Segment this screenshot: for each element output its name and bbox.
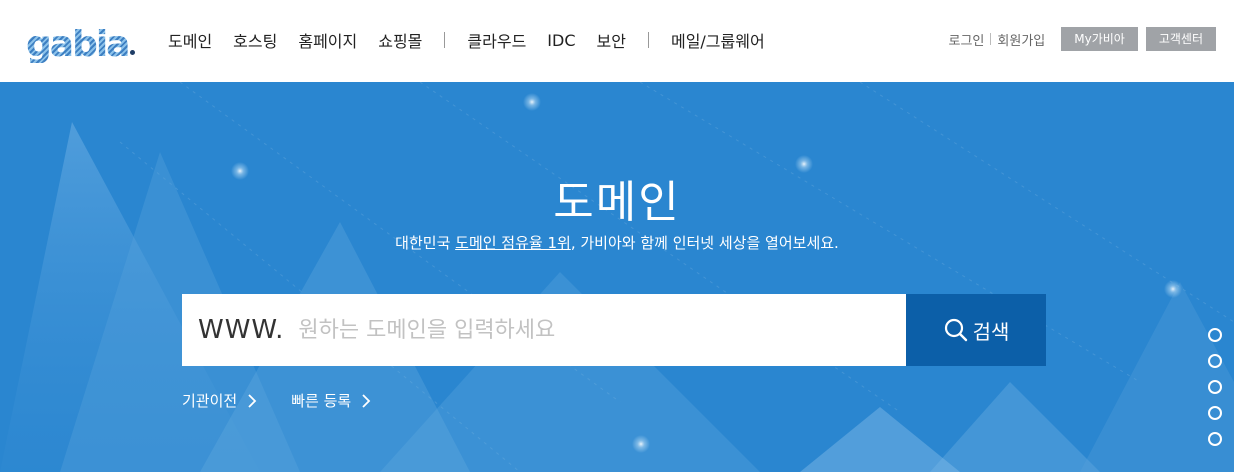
customer-center-button[interactable]: 고객센터: [1145, 27, 1216, 51]
logo-dot: [130, 50, 136, 55]
search-box: WWW.: [182, 294, 906, 366]
search-button[interactable]: 검색: [906, 294, 1046, 366]
nav-domain[interactable]: 도메인: [168, 28, 212, 52]
nav-mail-groupware[interactable]: 메일/그룹웨어: [671, 28, 765, 52]
slide-dot-3[interactable]: [1208, 380, 1222, 394]
subtitle-suffix: , 가비아와 함께 인터넷 세상을 열어보세요.: [570, 234, 839, 252]
signup-link[interactable]: 회원가입: [997, 30, 1045, 49]
slide-dot-5[interactable]: [1208, 432, 1222, 446]
nav-divider: [647, 32, 649, 48]
nav-shoppingmall[interactable]: 쇼핑몰: [378, 28, 422, 52]
slide-dot-4[interactable]: [1208, 406, 1222, 420]
login-link[interactable]: 로그인: [949, 30, 985, 49]
chevron-right-icon: [362, 393, 371, 408]
quick-register-link[interactable]: 빠른 등록: [291, 390, 371, 411]
hero-subtitle: 대한민국 도메인 점유율 1위, 가비아와 함께 인터넷 세상을 열어보세요.: [0, 232, 1234, 253]
www-prefix: WWW.: [198, 315, 285, 345]
slide-pagination: [1208, 328, 1222, 458]
quick-link-label: 빠른 등록: [291, 392, 352, 410]
chevron-right-icon: [248, 393, 257, 408]
hero-title: 도메인: [553, 177, 681, 228]
main-nav: 도메인 호스팅 홈페이지 쇼핑몰 클라우드 IDC 보안 메일/그룹웨어: [168, 28, 786, 52]
quick-link-label: 기관이전: [182, 392, 238, 410]
domain-search-bar: WWW. 검색: [182, 294, 1046, 366]
quick-links: 기관이전 빠른 등록: [182, 390, 405, 411]
domain-search-input[interactable]: [298, 300, 906, 360]
logo-text: gabia: [26, 24, 130, 65]
nav-divider: [444, 32, 446, 48]
slide-dot-2[interactable]: [1208, 354, 1222, 368]
gabia-logo[interactable]: gabia: [26, 21, 136, 65]
search-button-label: 검색: [972, 319, 1010, 344]
nav-security[interactable]: 보안: [597, 28, 626, 52]
hero-background-art: [0, 82, 1234, 472]
nav-idc[interactable]: IDC: [547, 31, 575, 50]
subtitle-prefix: 대한민국: [395, 234, 456, 252]
institution-transfer-link[interactable]: 기관이전: [182, 390, 257, 411]
search-icon: [944, 318, 967, 342]
nav-hosting[interactable]: 호스팅: [233, 28, 277, 52]
hero-banner: 도메인 대한민국 도메인 점유율 1위, 가비아와 함께 인터넷 세상을 열어보…: [0, 82, 1234, 472]
nav-homepage[interactable]: 홈페이지: [298, 28, 357, 52]
top-header: gabia 도메인 호스팅 홈페이지 쇼핑몰 클라우드 IDC 보안 메일/그룹…: [0, 0, 1234, 82]
subtitle-link[interactable]: 도메인 점유율 1위: [455, 234, 571, 252]
slide-dot-1[interactable]: [1208, 328, 1222, 342]
my-gabia-button[interactable]: My가비아: [1061, 27, 1138, 51]
utility-menu: 로그인 회원가입 My가비아 고객센터: [949, 27, 1216, 51]
nav-cloud[interactable]: 클라우드: [467, 28, 526, 52]
util-divider: [990, 33, 992, 45]
